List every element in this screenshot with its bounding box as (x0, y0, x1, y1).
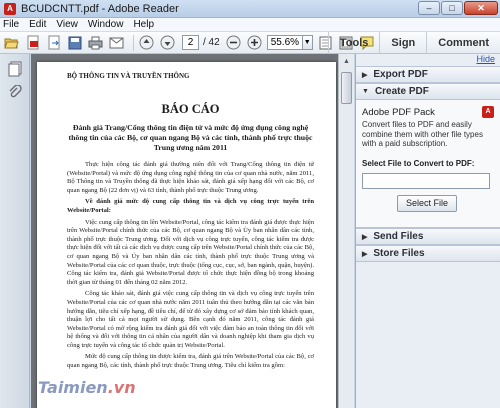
document-subtitle: Đánh giá Trang/Cổng thông tin điện tử và… (68, 123, 313, 152)
next-page-icon[interactable] (159, 34, 176, 51)
menu-file[interactable]: File (3, 19, 19, 30)
select-file-label: Select File to Convert to PDF: (362, 158, 475, 168)
pdf-pack-header: Adobe PDF Pack A (362, 106, 494, 118)
document-title: BÁO CÁO (161, 102, 220, 116)
store-files-label: Store Files (373, 248, 425, 259)
scrollbar-thumb[interactable] (341, 72, 352, 104)
pdf-pack-description: Convert files to PDF and easily combine … (362, 120, 483, 148)
comment-button[interactable]: Comment (426, 32, 500, 54)
page-thumbnails-icon[interactable] (6, 60, 24, 78)
close-button[interactable]: ✕ (464, 1, 498, 15)
zoom-dropdown-icon[interactable]: ▼ (302, 35, 313, 50)
menu-help[interactable]: Help (133, 19, 154, 30)
collapse-triangle-icon: ▼ (362, 88, 369, 95)
save-icon[interactable] (66, 34, 83, 51)
zoom-level-input[interactable]: 55.6% (266, 35, 303, 50)
maximize-button[interactable]: □ (441, 1, 463, 15)
attachments-icon[interactable] (6, 84, 24, 102)
scroll-up-icon[interactable]: ▲ (340, 55, 354, 69)
watermark-domain: .vn (107, 378, 136, 397)
page-total: / 42 (203, 37, 220, 48)
hide-pane-link[interactable]: Hide (356, 54, 500, 66)
title-bar: A BCUDCNTT.pdf - Adobe Reader – □ ✕ (0, 0, 500, 18)
send-files-label: Send Files (373, 231, 424, 242)
create-pdf-icon[interactable] (24, 34, 41, 51)
document-paragraph: Thực hiện công tác đánh giá thường niên … (67, 161, 314, 194)
menu-edit[interactable]: Edit (29, 19, 46, 30)
minimize-button[interactable]: – (418, 1, 440, 15)
tools-right-pane: Hide ▶ Export PDF ▼ Create PDF Adobe PDF… (355, 54, 500, 408)
document-viewer[interactable]: BỘ THÔNG TIN VÀ TRUYỀN THÔNG BÁO CÁO Đán… (31, 54, 338, 408)
zoom-in-icon[interactable] (246, 34, 263, 51)
document-paragraph: Mức độ cung cấp thông tin được kiểm tra,… (67, 353, 314, 370)
zoom-out-icon[interactable] (225, 34, 242, 51)
toolbar: 2 / 42 55.6% ▼ Tools Sign Comment (0, 32, 500, 54)
left-navigation-pane (0, 54, 30, 408)
document-organization: BỘ THÔNG TIN VÀ TRUYỀN THÔNG (67, 72, 190, 80)
pdf-page: BỘ THÔNG TIN VÀ TRUYỀN THÔNG BÁO CÁO Đán… (37, 62, 336, 408)
adobe-reader-icon: A (4, 2, 16, 15)
site-watermark: Taimien.vn (38, 378, 136, 397)
menu-window[interactable]: Window (88, 19, 124, 30)
export-pdf-section[interactable]: ▶ Export PDF (356, 66, 500, 83)
print-icon[interactable] (87, 34, 104, 51)
window-controls: – □ ✕ (418, 1, 498, 15)
document-heading: Về đánh giá mức độ cung cấp thông tin và… (67, 198, 314, 214)
create-pdf-section[interactable]: ▼ Create PDF (356, 83, 500, 100)
pdf-pack-title: Adobe PDF Pack (362, 106, 435, 118)
file-path-input[interactable] (362, 172, 490, 189)
store-files-section[interactable]: ▶ Store Files (356, 245, 500, 262)
expand-triangle-icon: ▶ (362, 250, 368, 258)
document-paragraph: Công tác khảo sát, đánh giá việc cung cấ… (67, 290, 314, 349)
toolbar-separator (133, 34, 134, 51)
send-files-section[interactable]: ▶ Send Files (356, 228, 500, 245)
expand-triangle-icon: ▶ (362, 233, 368, 241)
expand-triangle-icon: ▶ (362, 71, 368, 79)
menu-view[interactable]: View (56, 19, 78, 30)
previous-page-icon[interactable] (138, 34, 155, 51)
export-pdf-icon[interactable] (45, 34, 62, 51)
open-file-icon[interactable] (3, 34, 20, 51)
toolbar-right-panels: Tools Sign Comment (327, 32, 500, 54)
menu-bar: File Edit View Window Help (0, 18, 500, 32)
document-paragraph: Việc cung cấp thông tin lên Website/Port… (67, 218, 314, 286)
create-pdf-panel: Adobe PDF Pack A Convert files to PDF an… (356, 100, 500, 228)
window-title: BCUDCNTT.pdf - Adobe Reader (21, 2, 179, 15)
vertical-scrollbar[interactable]: ▲ (338, 54, 354, 408)
sign-button[interactable]: Sign (379, 32, 426, 54)
create-pdf-label: Create PDF (374, 86, 429, 97)
export-pdf-label: Export PDF (373, 69, 428, 80)
select-file-button[interactable]: Select File (397, 194, 457, 212)
watermark-name: Taimien (38, 378, 108, 397)
page-number-input[interactable]: 2 (182, 35, 199, 50)
tools-button[interactable]: Tools (327, 32, 380, 54)
adobe-pack-icon: A (482, 106, 494, 118)
email-icon[interactable] (108, 34, 125, 51)
